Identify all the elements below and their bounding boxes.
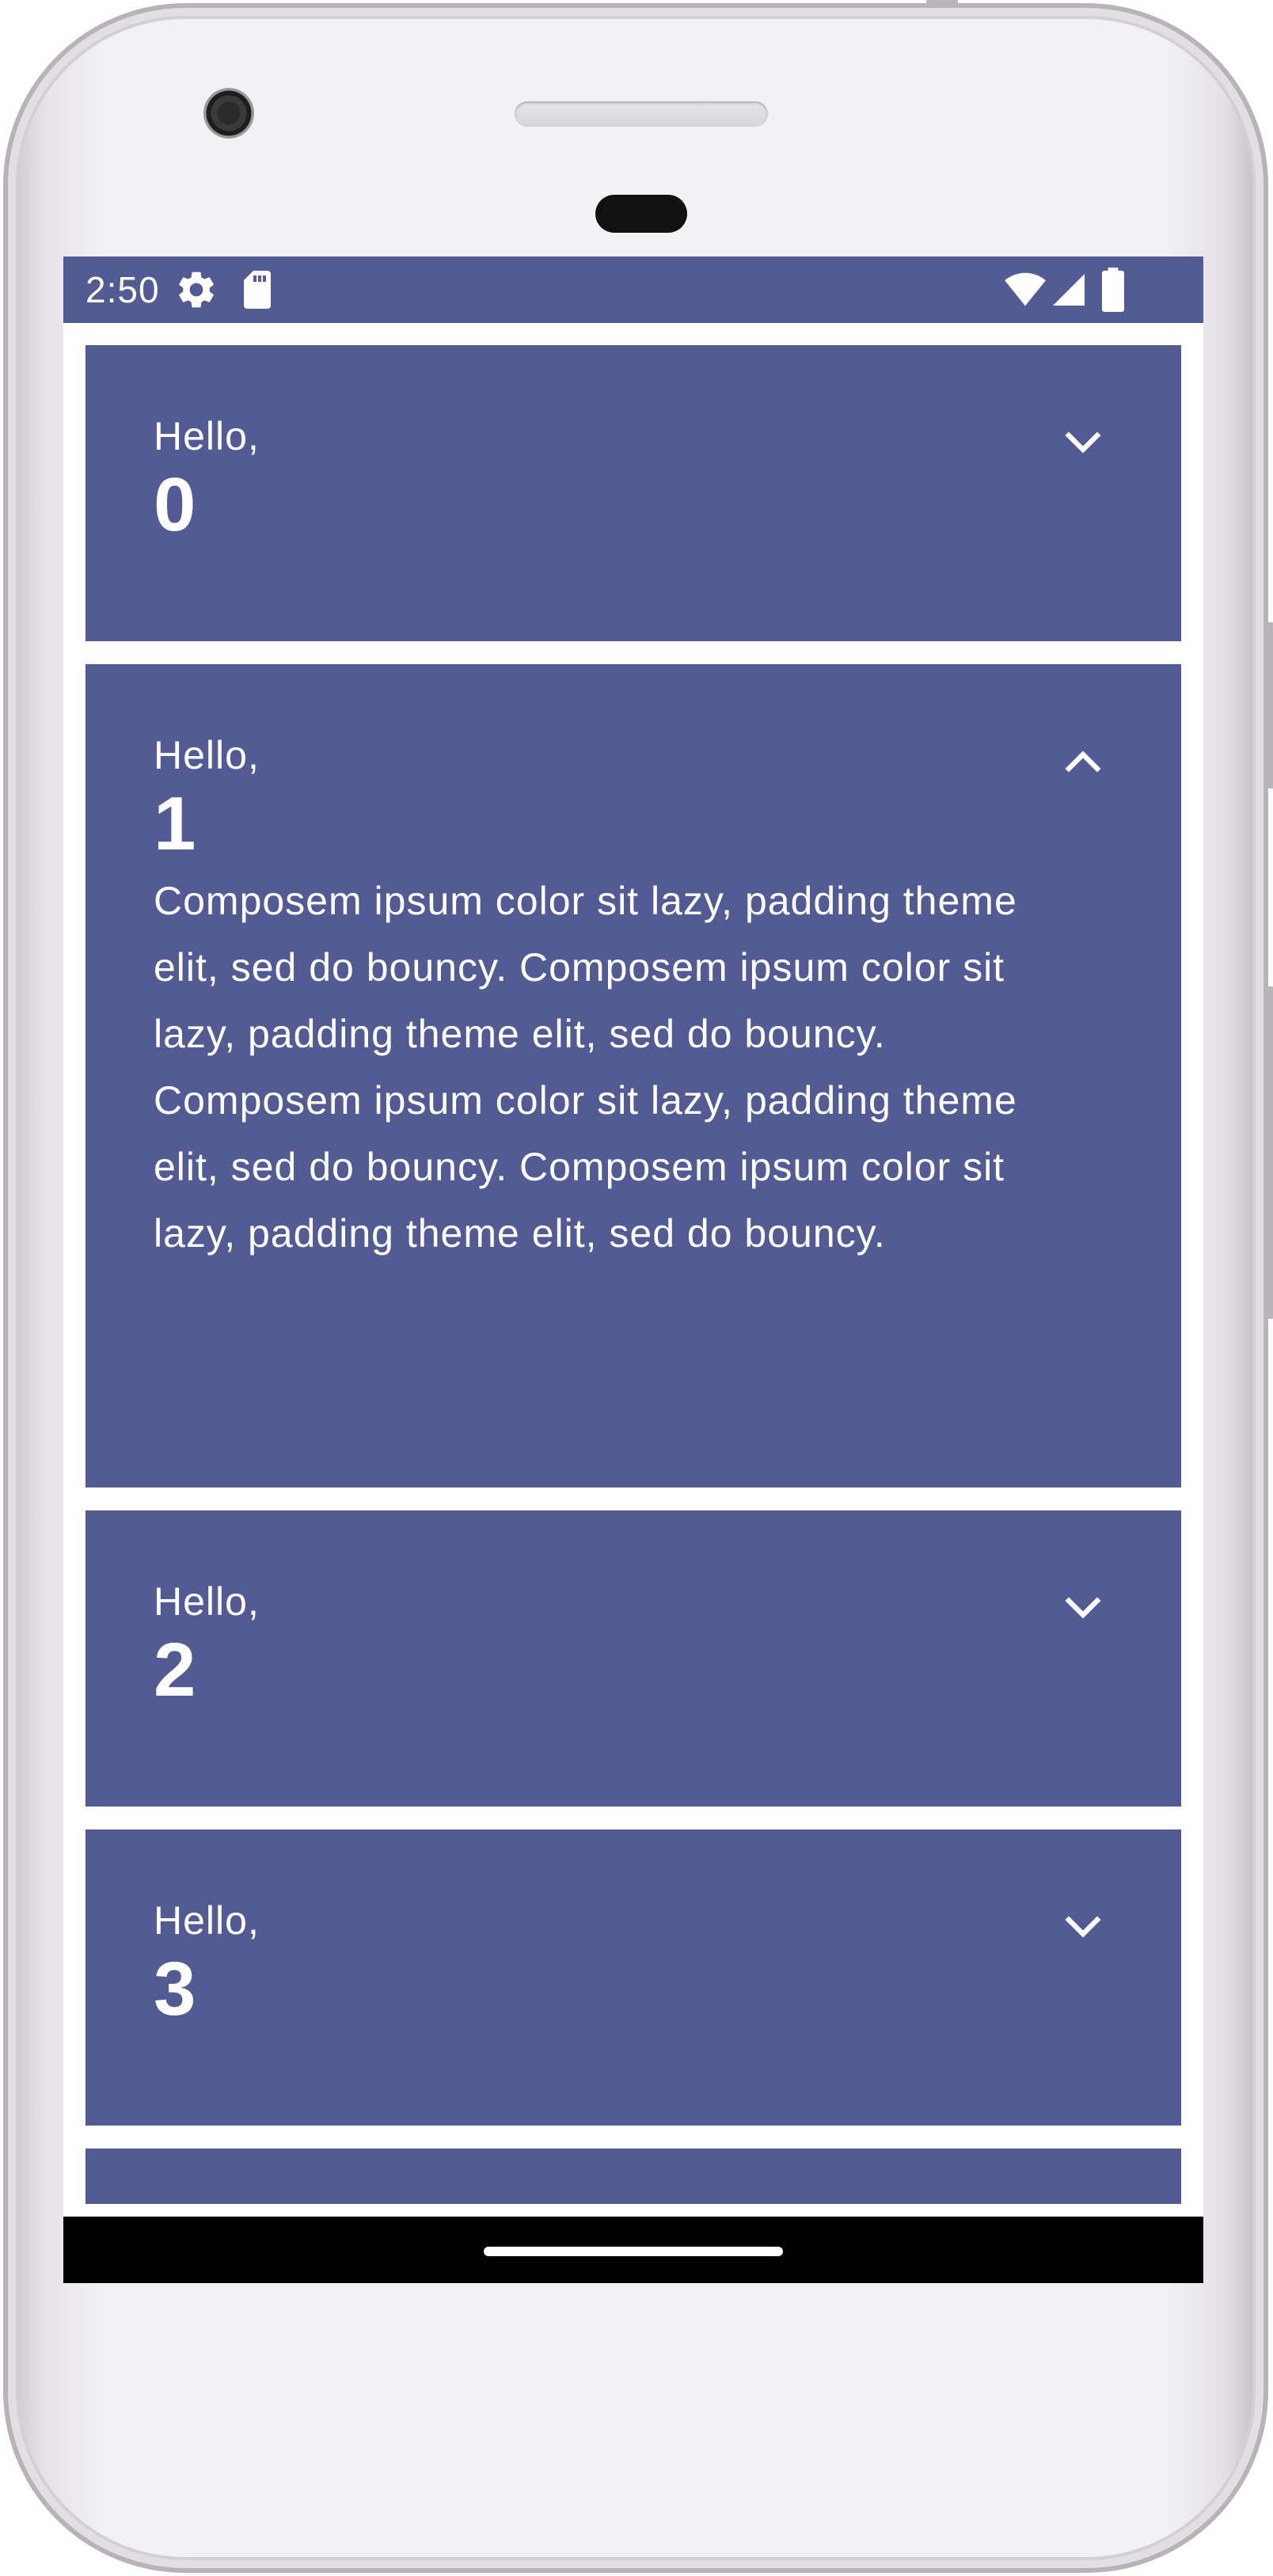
front-camera xyxy=(203,88,254,139)
volume-button xyxy=(1267,986,1273,1319)
proximity-sensor xyxy=(595,195,687,233)
home-gesture-handle[interactable] xyxy=(484,2247,783,2256)
chevron-down-icon[interactable] xyxy=(1061,427,1105,459)
greeting-list[interactable]: Hello, 0 Hello, 1 Composem ipsum color s… xyxy=(86,345,1181,2204)
power-button xyxy=(1267,622,1273,788)
greeting-name: 2 xyxy=(154,1628,196,1712)
greeting-card-partial[interactable] xyxy=(86,2149,1181,2204)
status-bar: 2:50 xyxy=(63,256,1203,323)
greeting-card-1[interactable]: Hello, 1 Composem ipsum color sit lazy, … xyxy=(86,664,1181,1487)
greeting-card-3[interactable]: Hello, 3 xyxy=(86,1829,1181,2126)
chevron-up-icon[interactable] xyxy=(1061,747,1105,778)
greeting-label: Hello, xyxy=(154,1898,260,1943)
battery-icon xyxy=(1100,268,1126,316)
greeting-label: Hello, xyxy=(154,1579,260,1624)
greeting-name: 3 xyxy=(154,1947,196,2031)
greeting-name: 1 xyxy=(154,781,196,866)
greeting-name: 0 xyxy=(154,462,196,547)
greeting-label: Hello, xyxy=(154,733,260,777)
navigation-bar xyxy=(63,2217,1203,2283)
top-button xyxy=(926,0,958,6)
chevron-down-icon[interactable] xyxy=(1061,1593,1105,1624)
greeting-card-2[interactable]: Hello, 2 xyxy=(86,1510,1181,1807)
greeting-label: Hello, xyxy=(154,414,260,458)
wifi-icon xyxy=(1004,271,1047,311)
chevron-down-icon[interactable] xyxy=(1061,1912,1105,1943)
status-time: 2:50 xyxy=(86,269,160,310)
cell-signal-icon xyxy=(1050,271,1088,313)
settings-icon xyxy=(174,268,218,316)
sd-card-icon xyxy=(239,269,277,314)
greeting-card-0[interactable]: Hello, 0 xyxy=(86,345,1181,641)
phone-screen: 2:50 Hello, 0 Hello, 1 Composem ipsum co… xyxy=(63,256,1203,2283)
greeting-body-text: Composem ipsum color sit lazy, padding t… xyxy=(154,879,1017,1256)
earpiece-speaker xyxy=(515,101,768,127)
